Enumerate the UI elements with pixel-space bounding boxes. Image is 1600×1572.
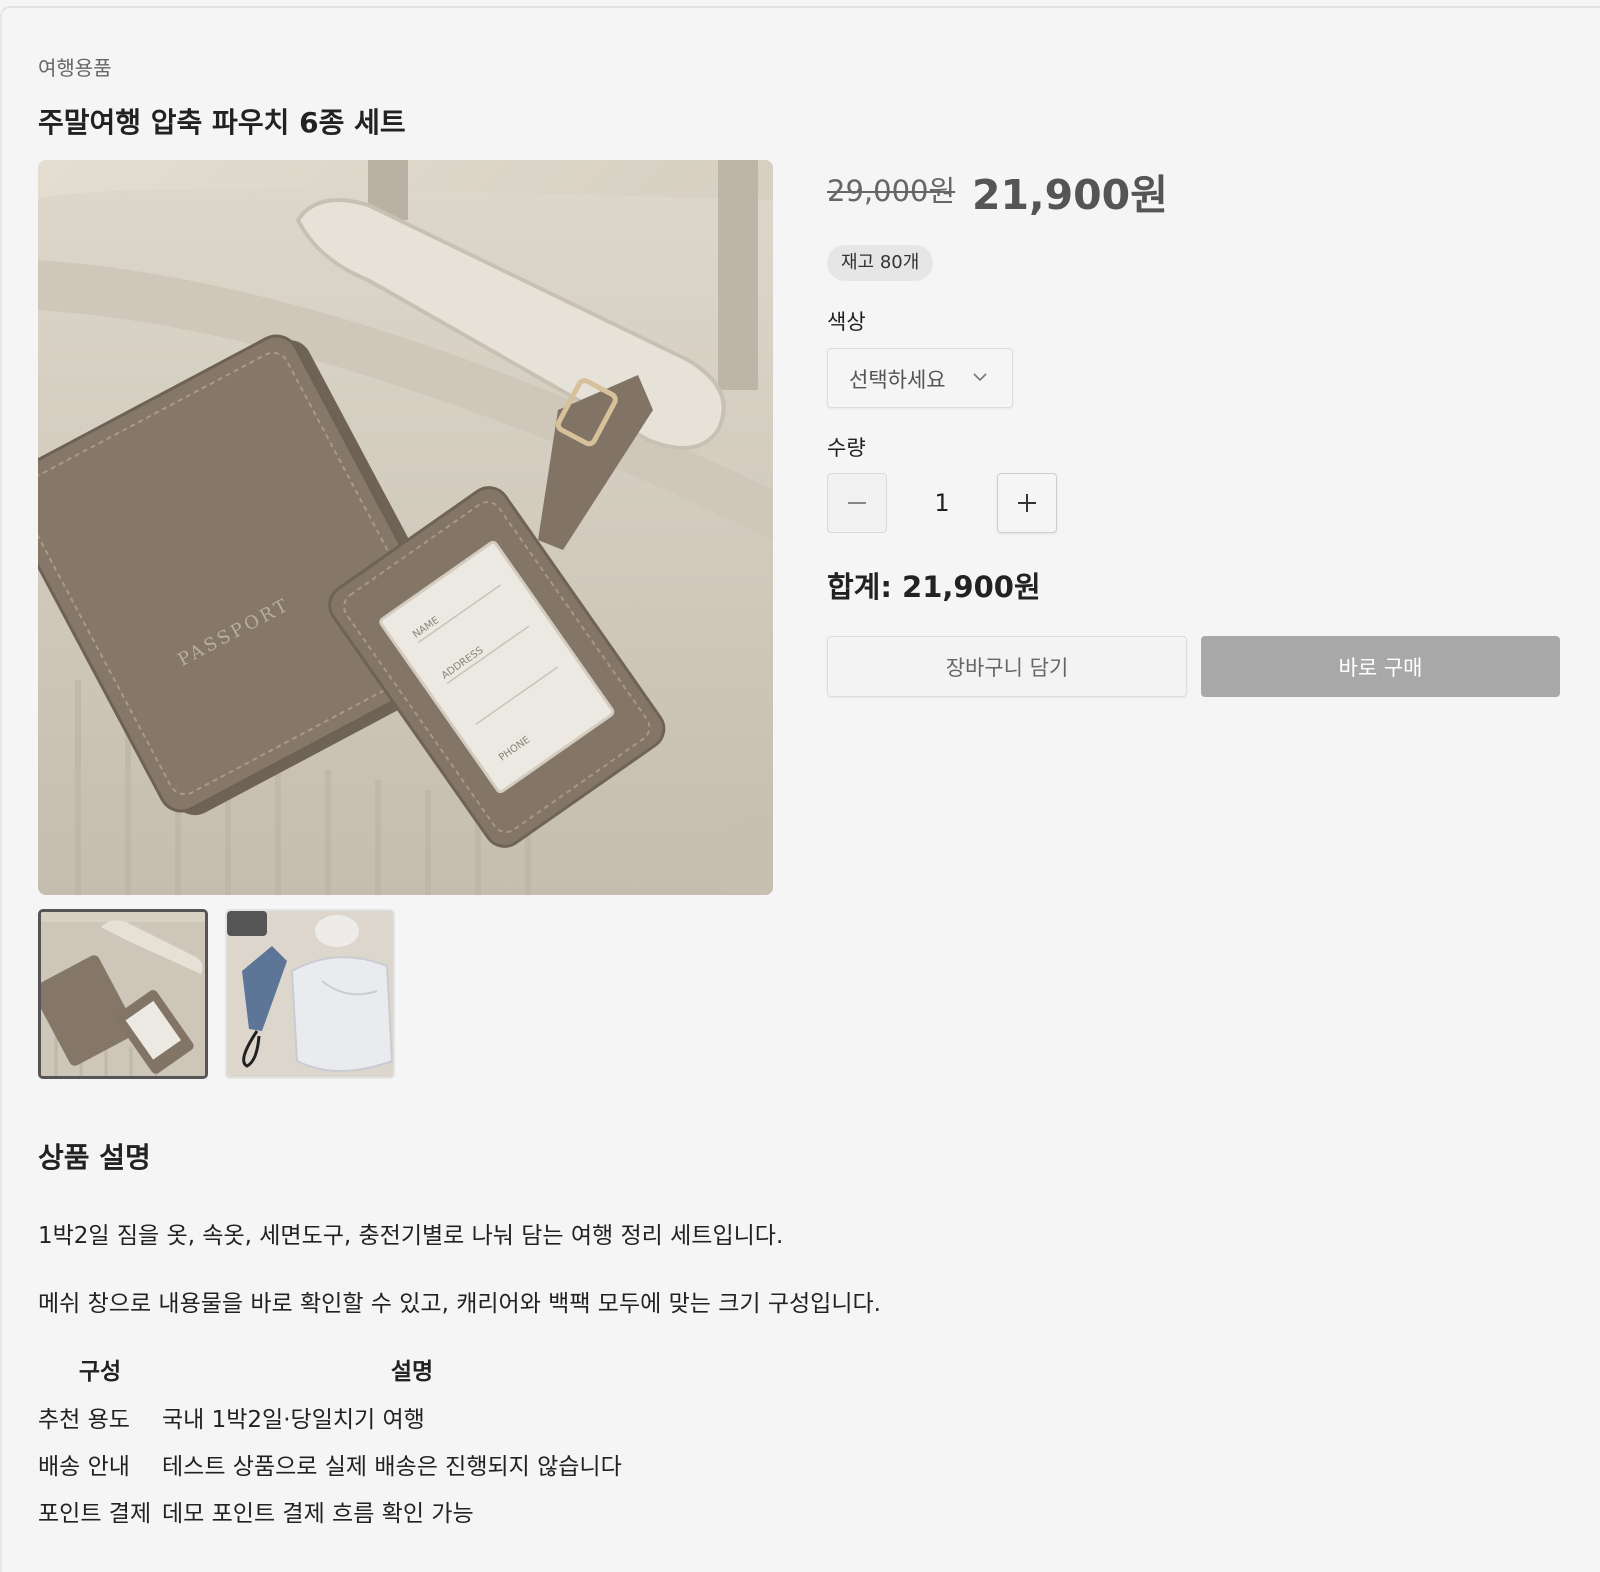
description-paragraph: 1박2일 짐을 옷, 속옷, 세면도구, 충전기별로 나눠 담는 여행 정리 세… [38,1223,784,1249]
original-price: 29,000원 [827,174,956,208]
plus-icon [1018,494,1036,512]
chevron-down-icon [970,367,990,387]
total-price: 합계: 21,900원 [827,570,1041,604]
spec-table: 구성 설명 추천 용도 국내 1박2일·당일치기 여행 배송 안내 테스트 상품… [38,1348,662,1535]
product-title: 주말여행 압축 파우치 6종 세트 [38,106,406,139]
quantity-increase-button[interactable] [997,473,1057,533]
main-product-image[interactable]: PASSPORT NAME ADDRESS PHONE [38,160,773,895]
spec-value: 국내 1박2일·당일치기 여행 [162,1407,425,1433]
description-paragraph: 메쉬 창으로 내용물을 바로 확인할 수 있고, 캐리어와 백팩 모두에 맞는 … [38,1291,881,1317]
spec-key: 배송 안내 [38,1454,130,1480]
quantity-decrease-button[interactable] [827,473,887,533]
product-photo: PASSPORT NAME ADDRESS PHONE [38,160,773,895]
minus-icon [848,502,866,504]
category-breadcrumb[interactable]: 여행용품 [38,52,112,81]
spec-value: 테스트 상품으로 실제 배송은 진행되지 않습니다 [162,1454,622,1480]
quantity-label: 수량 [827,436,866,460]
description-heading: 상품 설명 [38,1141,151,1174]
spec-table-header: 구성 설명 [38,1348,662,1394]
thumbnail-umbrella-image [227,911,393,1077]
color-select[interactable]: 선택하세요 [827,348,1013,408]
stock-badge: 재고 80개 [827,245,934,281]
thumbnail-1[interactable] [38,909,208,1079]
sale-price: 21,900원 [972,171,1168,219]
color-label: 색상 [827,310,866,334]
add-to-cart-button[interactable]: 장바구니 담기 [827,636,1187,697]
spec-header-description: 설명 [390,1359,434,1385]
table-row: 배송 안내 테스트 상품으로 실제 배송은 진행되지 않습니다 [38,1441,662,1488]
spec-header-composition: 구성 [78,1359,122,1385]
spec-key: 추천 용도 [38,1407,130,1433]
table-row: 추천 용도 국내 1박2일·당일치기 여행 [38,1394,662,1441]
color-select-value: 선택하세요 [849,368,946,392]
table-row: 포인트 결제 데모 포인트 결제 흐름 확인 가능 [38,1488,662,1535]
spec-key: 포인트 결제 [38,1501,152,1527]
product-page: 여행용품 주말여행 압축 파우치 6종 세트 PASSPORT NAME ADD… [0,6,1600,1572]
thumbnail-2[interactable] [225,909,395,1079]
buy-now-button[interactable]: 바로 구매 [1201,636,1560,697]
quantity-value[interactable]: 1 [912,473,972,533]
spec-value: 데모 포인트 결제 흐름 확인 가능 [162,1501,474,1527]
thumbnail-passport-image [41,912,205,1076]
